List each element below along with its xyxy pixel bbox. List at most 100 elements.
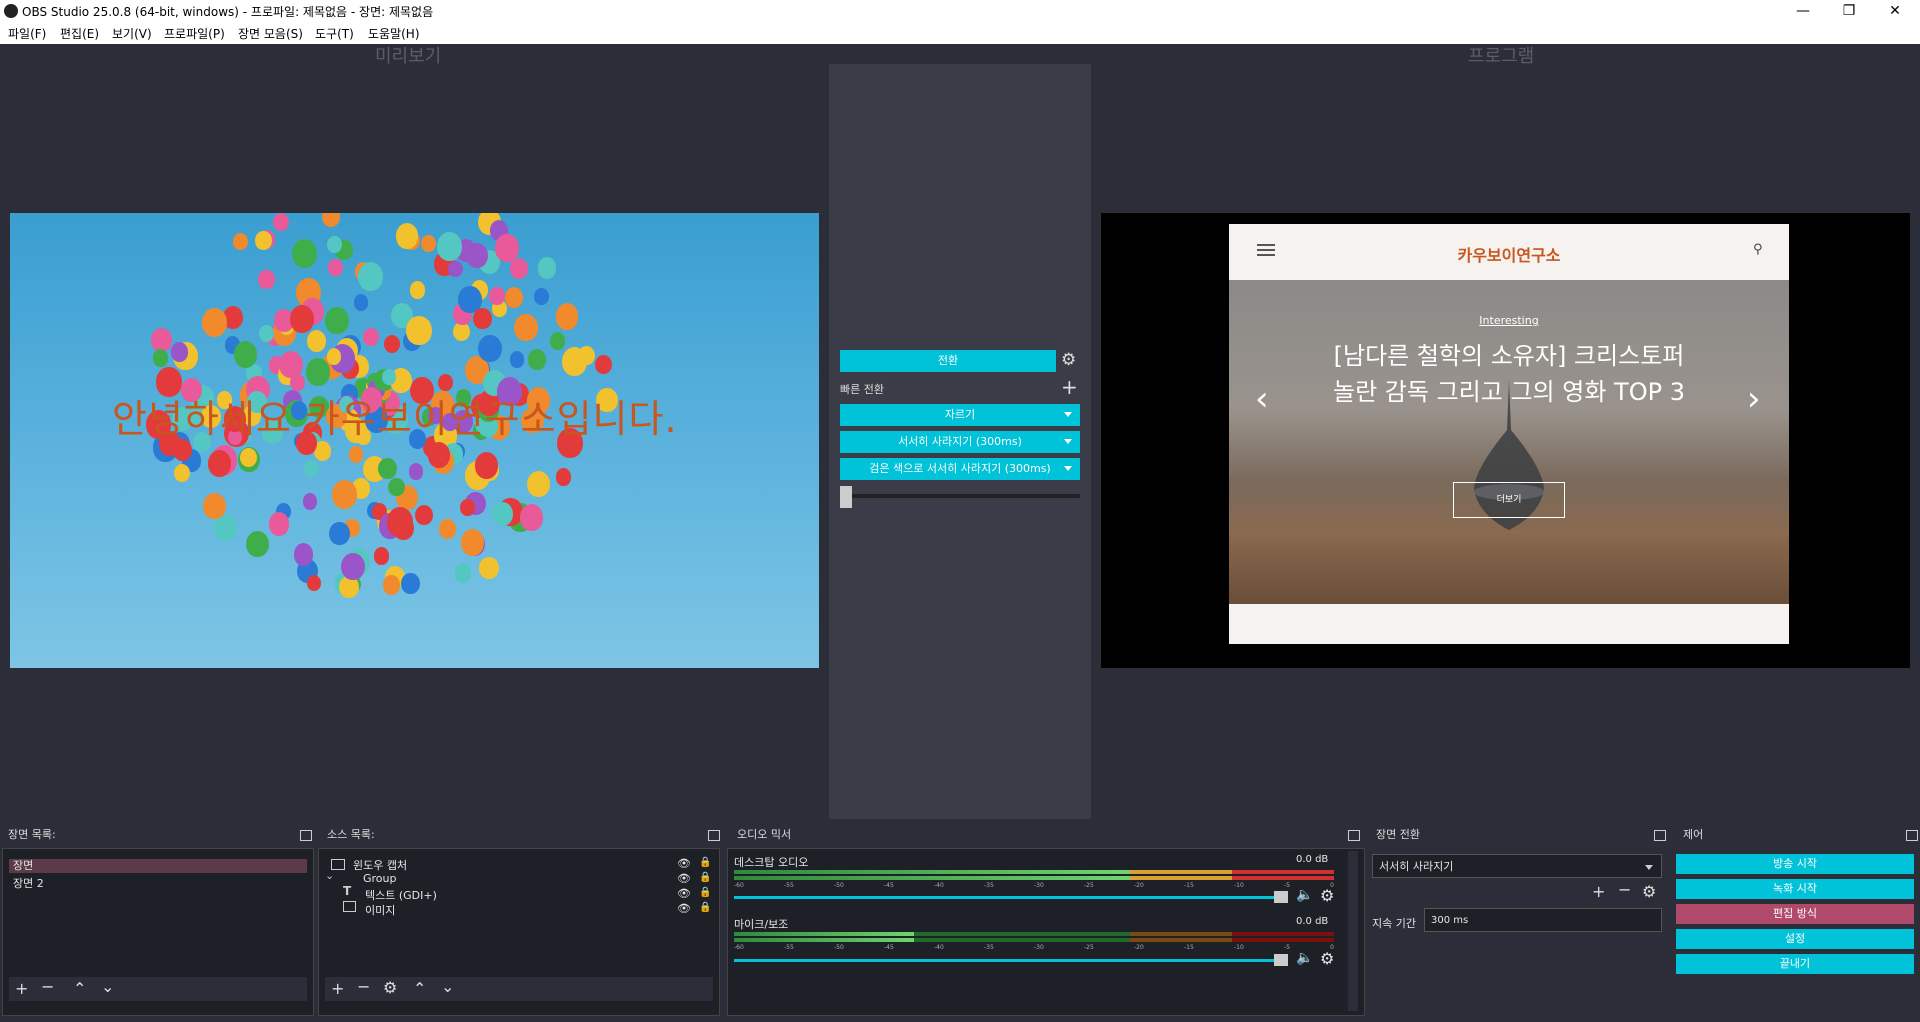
balloon-shape xyxy=(461,529,485,556)
remove-scene-icon[interactable]: − xyxy=(41,977,54,996)
remove-transition-icon[interactable]: − xyxy=(1618,880,1631,899)
lock-icon[interactable]: 🔒 xyxy=(699,887,711,898)
quick-transition-fade-to-black[interactable]: 검은 색으로 서서히 사라지기 (300ms) xyxy=(840,458,1080,480)
tbar-handle[interactable] xyxy=(840,486,852,508)
menu-file[interactable]: 파일(F) xyxy=(8,25,46,42)
balloon-shape xyxy=(401,573,420,595)
quick-transition-fade[interactable]: 서서히 사라지기 (300ms) xyxy=(840,431,1080,453)
quick-transition-fade-to-black-label: 검은 색으로 서서히 사라지기 (300ms) xyxy=(869,462,1051,475)
audio-mixer-panel: 데스크탑 오디오 0.0 dB -60 -55 -50 -45 -40 -35 -30 -25… xyxy=(727,848,1365,1016)
eye-icon[interactable]: 👁 xyxy=(677,872,691,885)
scale-tick: -5 xyxy=(1284,944,1290,951)
close-button[interactable]: ✕ xyxy=(1872,0,1918,22)
window-title: OBS Studio 25.0.8 (64-bit, windows) - 프로… xyxy=(22,5,434,19)
balloon-shape xyxy=(408,463,424,480)
lock-icon[interactable]: 🔒 xyxy=(699,872,711,883)
duration-spinbox[interactable]: 300 ms xyxy=(1424,908,1662,932)
source-item[interactable]: 윈도우 캡처 xyxy=(353,857,407,873)
add-transition-icon[interactable]: + xyxy=(1592,882,1605,901)
add-source-icon[interactable]: + xyxy=(331,979,344,998)
studio-mode-button[interactable]: 편집 방식 xyxy=(1676,904,1914,924)
prev-slide-arrow-icon: ‹ xyxy=(1255,379,1269,419)
start-streaming-button[interactable]: 방송 시작 xyxy=(1676,854,1914,874)
channel-gear-icon[interactable]: ⚙ xyxy=(1320,949,1334,968)
minimize-button[interactable]: — xyxy=(1780,0,1826,22)
chevron-down-icon xyxy=(1064,439,1072,444)
scale-tick: -30 xyxy=(1034,944,1044,951)
site-header: 카우보이연구소 ⚲ xyxy=(1229,224,1789,280)
move-up-icon[interactable]: ⌃ xyxy=(413,979,426,998)
post-headline-line2: 놀란 감독 그리고 그의 영화 TOP 3 xyxy=(1333,378,1685,406)
site-footer xyxy=(1229,604,1789,644)
move-down-icon[interactable]: ⌄ xyxy=(101,977,114,996)
transition-select[interactable]: 서서히 사라지기 xyxy=(1372,854,1662,878)
dock-float-icon[interactable] xyxy=(1348,830,1360,841)
balloon-shape xyxy=(453,321,471,342)
channel-level: 0.0 dB xyxy=(1296,854,1329,865)
menu-bar: 파일(F) 편집(E) 보기(V) 프로파일(P) 장면 모음(S) 도구(T)… xyxy=(0,22,1920,44)
mixer-scrollbar[interactable] xyxy=(1348,851,1358,1011)
source-item[interactable]: Group xyxy=(363,872,397,885)
add-quick-transition-icon[interactable]: + xyxy=(1061,375,1078,399)
volume-slider-handle[interactable] xyxy=(1274,954,1288,966)
lock-icon[interactable]: 🔒 xyxy=(699,902,711,913)
channel-gear-icon[interactable]: ⚙ xyxy=(1320,886,1334,905)
balloon-shape xyxy=(233,232,249,251)
volume-slider-handle[interactable] xyxy=(1274,891,1288,903)
balloon-shape xyxy=(328,258,344,277)
balloon-shape xyxy=(329,521,350,546)
maximize-button[interactable]: ❐ xyxy=(1826,0,1872,22)
lock-icon[interactable]: 🔒 xyxy=(699,857,711,868)
transition-properties-gear-icon[interactable]: ⚙ xyxy=(1642,882,1656,901)
dock-float-icon[interactable] xyxy=(1906,830,1918,841)
image-icon xyxy=(343,901,356,912)
move-down-icon[interactable]: ⌄ xyxy=(441,977,454,996)
source-properties-gear-icon[interactable]: ⚙ xyxy=(383,978,397,997)
add-scene-icon[interactable]: + xyxy=(15,979,28,998)
scenes-toolbar: + − ⌃ ⌄ xyxy=(9,977,307,1001)
source-item[interactable]: 이미지 xyxy=(365,902,395,918)
dock-float-icon[interactable] xyxy=(1654,830,1666,841)
source-item[interactable]: 텍스트 (GDI+) xyxy=(365,887,437,903)
more-button: 더보기 xyxy=(1453,482,1565,518)
menu-edit[interactable]: 편집(E) xyxy=(60,25,99,42)
balloon-shape xyxy=(246,530,270,558)
scene-item[interactable]: 장면 2 xyxy=(13,875,44,891)
move-up-icon[interactable]: ⌃ xyxy=(73,979,86,998)
dock-float-icon[interactable] xyxy=(708,830,720,841)
text-icon: T xyxy=(343,884,352,898)
channel-meter xyxy=(734,870,1334,874)
quick-transition-cut[interactable]: 자르기 xyxy=(840,404,1080,426)
settings-button[interactable]: 설정 xyxy=(1676,929,1914,949)
eye-icon[interactable]: 👁 xyxy=(677,887,691,900)
start-recording-button[interactable]: 녹화 시작 xyxy=(1676,879,1914,899)
eye-icon[interactable]: 👁 xyxy=(677,857,691,870)
transition-button[interactable]: 전환 xyxy=(840,350,1056,372)
balloon-shape xyxy=(549,332,566,350)
speaker-icon[interactable]: 🔈 xyxy=(1296,950,1313,966)
next-slide-arrow-icon: › xyxy=(1747,379,1761,419)
balloon-shape xyxy=(388,477,405,497)
balloon-shape xyxy=(527,349,546,370)
menu-tools[interactable]: 도구(T) xyxy=(315,25,354,42)
volume-slider[interactable] xyxy=(734,896,1276,899)
scale-tick: -15 xyxy=(1184,882,1194,889)
menu-profile[interactable]: 프로파일(P) xyxy=(164,25,225,42)
menu-scene-collection[interactable]: 장면 모음(S) xyxy=(238,25,303,42)
dock-float-icon[interactable] xyxy=(300,830,312,841)
transition-settings-gear-icon[interactable]: ⚙ xyxy=(1061,350,1076,370)
controls-dock-header: 제어 xyxy=(1683,828,1704,841)
remove-source-icon[interactable]: − xyxy=(357,977,370,996)
obs-logo-icon xyxy=(4,4,18,18)
scenes-panel: 장면 장면 2 + − ⌃ ⌄ xyxy=(2,848,314,1016)
menu-help[interactable]: 도움말(H) xyxy=(368,25,420,42)
speaker-icon[interactable]: 🔈 xyxy=(1296,887,1313,903)
menu-view[interactable]: 보기(V) xyxy=(112,25,152,42)
eye-icon[interactable]: 👁 xyxy=(677,902,691,915)
tbar-track[interactable] xyxy=(840,494,1080,498)
exit-button[interactable]: 끝내기 xyxy=(1676,954,1914,974)
volume-slider[interactable] xyxy=(734,959,1276,962)
balloon-shape xyxy=(332,480,358,510)
chevron-down-icon[interactable]: ⌄ xyxy=(325,869,334,882)
scene-item[interactable]: 장면 xyxy=(9,859,307,873)
